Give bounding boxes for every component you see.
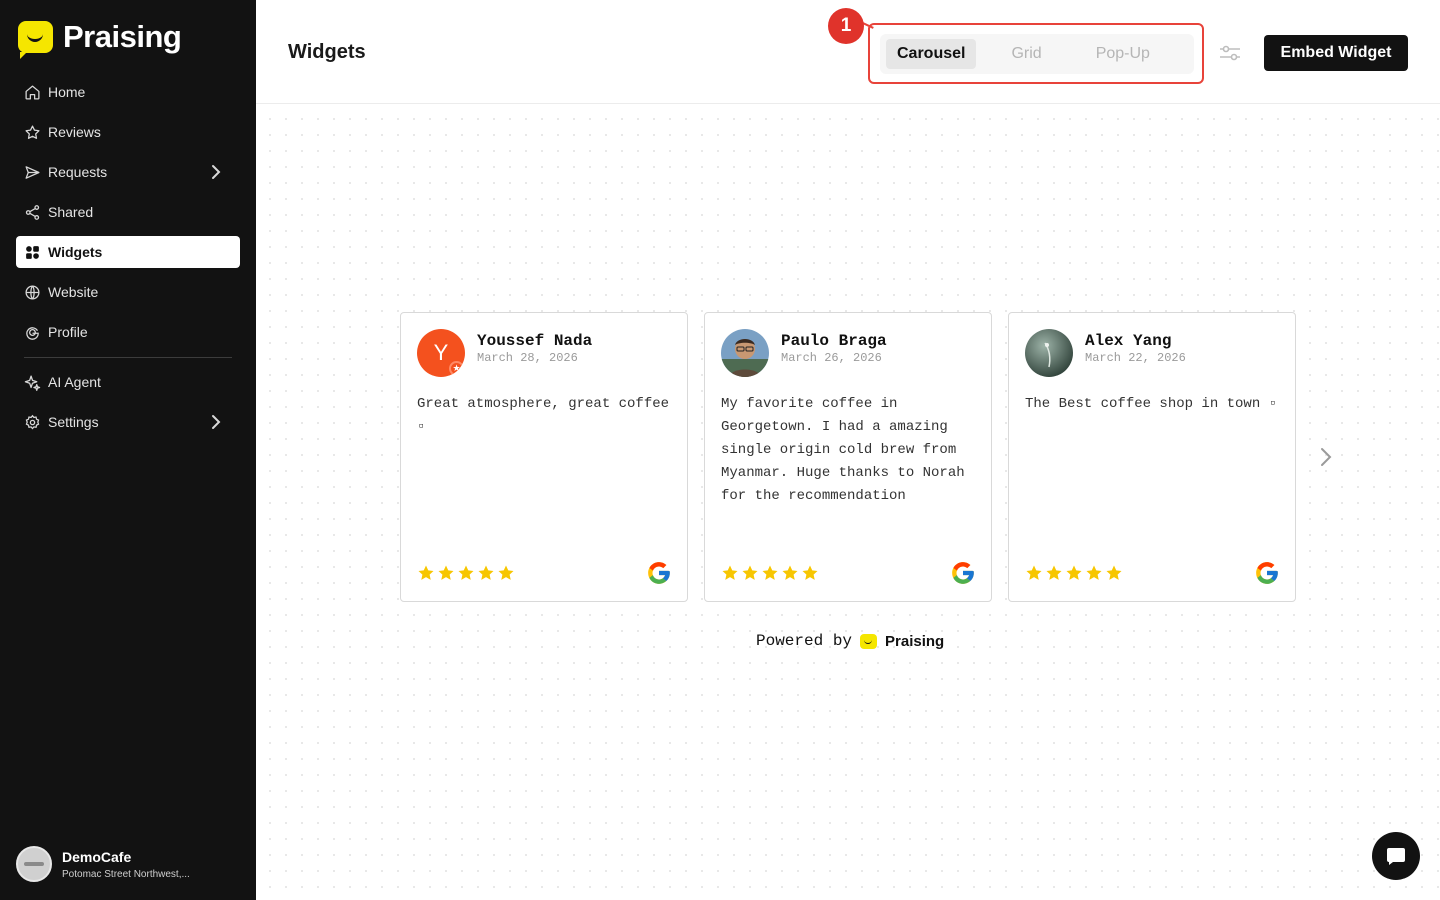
star-icon [782,565,798,580]
gear-icon [25,414,40,429]
review-date: March 26, 2026 [781,351,882,365]
star-icon [458,565,474,580]
avatar [721,329,769,377]
tab-popup[interactable]: Pop-Up [1085,39,1161,69]
sidebar-item-label: Reviews [48,124,101,140]
share-icon [25,204,40,220]
sidebar-divider [24,357,232,358]
star-icon [478,565,494,580]
send-icon [25,165,40,179]
star-rating [721,564,819,582]
profile-photo-icon [1025,329,1073,377]
google-icon [648,562,670,584]
sidebar-item-home[interactable]: Home [16,76,240,108]
review-text: Great atmosphere, great coffee ▫ [417,396,670,435]
star-icon [722,565,738,580]
review-card[interactable]: Y ★ Youssef Nada March 28, 2026 Great at… [400,312,688,602]
google-g-icon [26,326,39,340]
powered-by-brand: Praising [885,632,945,650]
star-icon [1086,565,1102,580]
review-text: The Best coffee shop in town ▫ [1025,396,1278,412]
globe-icon [25,284,40,300]
star-icon [742,565,758,580]
avatar-letter: Y [433,340,449,365]
logo-icon [18,21,53,59]
sidebar-item-label: Website [48,284,99,300]
star-rating [1025,564,1123,582]
profile-photo-icon [721,329,769,377]
sidebar-item-label: Home [48,84,86,100]
star-icon [418,565,434,580]
star-rating [417,564,515,582]
sidebar-item-label: Settings [48,414,99,430]
sidebar-item-label: Shared [48,204,94,220]
sidebar-item-reviews[interactable]: Reviews [16,116,240,148]
brand-logo[interactable]: Praising [18,19,182,59]
review-card[interactable]: Alex Yang March 22, 2026 The Best coffee… [1008,312,1296,602]
star-icon [438,565,454,580]
tab-grid[interactable]: Grid [1000,39,1052,69]
sidebar-item-widgets[interactable]: Widgets [16,236,240,268]
sidebar-item-label: Requests [48,164,108,180]
avatar [16,846,52,882]
chevron-right-icon [212,165,221,179]
widgets-icon [26,245,39,259]
account-address: Potomac Street Northwest,... [62,868,190,880]
reviewer-name: Paulo Braga [781,332,887,350]
star-icon [498,565,514,580]
embed-widget-button[interactable]: Embed Widget [1264,35,1408,71]
review-text: My favorite coffee in Georgetown. I had … [721,396,965,504]
sidebar: Praising Home Reviews Requests Shared Wi… [0,0,256,900]
google-icon [1256,562,1278,584]
review-date: March 28, 2026 [477,351,578,365]
sidebar-item-label: AI Agent [48,374,101,390]
sidebar-item-label: Profile [48,324,88,340]
brand-name: Praising [63,19,182,54]
reviewer-name: Alex Yang [1085,332,1172,350]
sidebar-nav: Home Reviews Requests Shared Widgets Web… [16,76,240,446]
reviewer-name: Youssef Nada [477,332,593,350]
account-switcher[interactable]: DemoCafe Potomac Street Northwest,... [16,846,190,882]
widget-type-tabs: Carousel Grid Pop-Up [880,34,1194,74]
account-name: DemoCafe [62,848,132,865]
sidebar-item-website[interactable]: Website [16,276,240,308]
review-card[interactable]: Paulo Braga March 26, 2026 My favorite c… [704,312,992,602]
google-icon [952,562,974,584]
review-date: March 22, 2026 [1085,351,1186,365]
chat-icon [1387,848,1405,865]
settings-sliders-icon[interactable] [1218,43,1242,63]
sidebar-item-shared[interactable]: Shared [16,196,240,228]
page-title: Widgets [288,41,366,63]
avatar: Y ★ [417,329,465,377]
logo-icon [860,633,878,649]
home-icon [25,84,40,100]
powered-by[interactable]: Powered by Praising [756,632,944,650]
star-icon [802,565,818,580]
small-star-icon: ★ [449,361,464,376]
star-icon [1046,565,1062,580]
sparkle-icon [24,374,41,391]
annotation-badge: 1 [828,8,864,44]
page-header: Widgets 1 Carousel Grid Pop-Up Embed Wid… [256,0,1440,104]
star-icon [1066,565,1082,580]
sidebar-item-settings[interactable]: Settings [16,406,240,438]
avatar [1025,329,1073,377]
star-icon [25,124,40,139]
chat-launcher-button[interactable] [1372,832,1420,880]
powered-by-label: Powered by [756,632,853,650]
chevron-right-icon [212,415,221,429]
tab-carousel[interactable]: Carousel [886,39,977,69]
sidebar-item-requests[interactable]: Requests [16,156,240,188]
star-icon [762,565,778,580]
sidebar-item-ai-agent[interactable]: AI Agent [16,366,240,398]
sidebar-item-label: Widgets [48,244,103,260]
chevron-right-icon[interactable] [1318,444,1334,470]
sidebar-item-profile[interactable]: Profile [16,316,240,348]
star-icon [1106,565,1122,580]
star-icon [1026,565,1042,580]
